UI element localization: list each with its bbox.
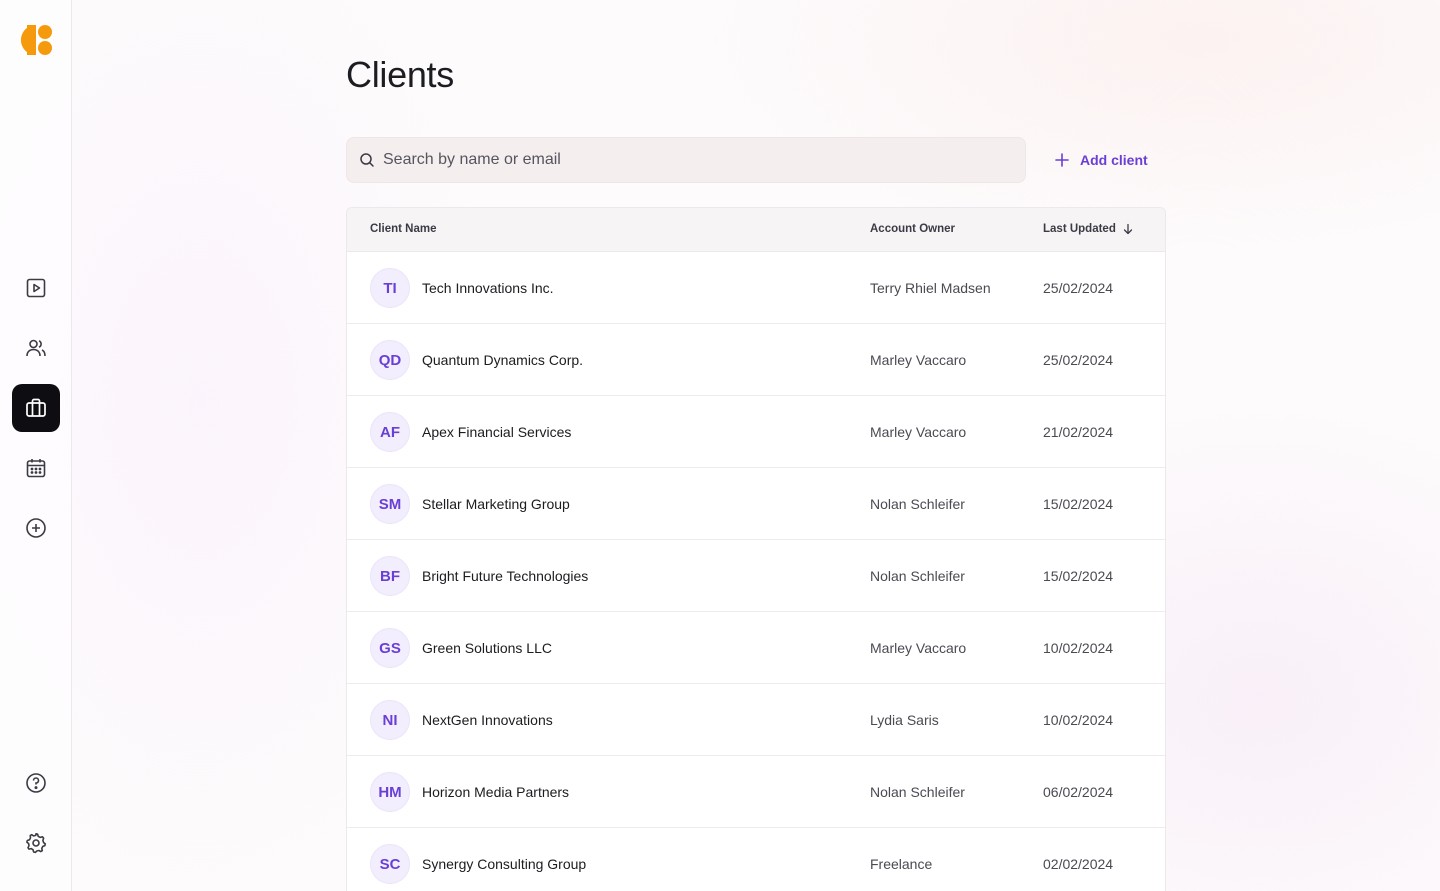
account-owner: Marley Vaccaro: [870, 352, 967, 368]
users-icon: [26, 339, 46, 357]
table-row[interactable]: HM Horizon Media Partners Nolan Schleife…: [347, 756, 1165, 828]
last-updated: 15/02/2024: [1043, 568, 1114, 584]
nav-calendar[interactable]: [12, 444, 60, 492]
account-owner: Nolan Schleifer: [870, 496, 965, 512]
last-updated: 02/02/2024: [1043, 856, 1114, 872]
client-name: Apex Financial Services: [422, 424, 572, 440]
clients-table: Client Name Account Owner Last Updated T…: [346, 207, 1166, 891]
search-bar[interactable]: [346, 137, 1026, 183]
table-row[interactable]: SM Stellar Marketing Group Nolan Schleif…: [347, 468, 1165, 540]
table-row[interactable]: AF Apex Financial Services Marley Vaccar…: [347, 396, 1165, 468]
nav-clients[interactable]: [12, 384, 60, 432]
account-owner: Nolan Schleifer: [870, 784, 965, 800]
gear-icon: [26, 833, 46, 854]
nav-media[interactable]: [12, 264, 60, 312]
last-updated: 25/02/2024: [1043, 280, 1114, 296]
client-name: Green Solutions LLC: [422, 640, 552, 656]
client-avatar: SC: [370, 844, 410, 884]
search-input[interactable]: [383, 151, 983, 169]
page-title: Clients: [346, 54, 454, 95]
table-row[interactable]: BF Bright Future Technologies Nolan Schl…: [347, 540, 1165, 612]
logo-mark-icon: [21, 25, 52, 55]
nav-contacts[interactable]: [12, 324, 60, 372]
table-row[interactable]: TI Tech Innovations Inc. Terry Rhiel Mad…: [347, 252, 1165, 324]
client-name: NextGen Innovations: [422, 712, 553, 728]
column-header-last-updated[interactable]: Last Updated: [1043, 223, 1134, 235]
plus-icon: [1055, 153, 1069, 167]
client-avatar: QD: [370, 340, 410, 380]
client-avatar: BF: [370, 556, 410, 596]
column-header-last-updated-label: Last Updated: [1043, 223, 1116, 235]
last-updated: 10/02/2024: [1043, 712, 1114, 728]
calendar-icon: [26, 459, 46, 478]
briefcase-icon: [26, 398, 46, 417]
client-avatar: TI: [370, 268, 410, 308]
nav-settings[interactable]: [12, 819, 60, 867]
client-avatar: SM: [370, 484, 410, 524]
account-owner: Freelance: [870, 856, 933, 872]
last-updated: 25/02/2024: [1043, 352, 1114, 368]
account-owner: Marley Vaccaro: [870, 640, 967, 656]
account-owner: Lydia Saris: [870, 712, 939, 728]
last-updated: 10/02/2024: [1043, 640, 1114, 656]
client-name: Synergy Consulting Group: [422, 856, 587, 872]
search-icon: [360, 153, 374, 167]
nav-add[interactable]: [12, 504, 60, 552]
last-updated: 21/02/2024: [1043, 424, 1114, 440]
client-avatar: HM: [370, 772, 410, 812]
sidebar: [0, 0, 72, 891]
table-row[interactable]: SC Synergy Consulting Group Freelance 02…: [347, 828, 1165, 891]
account-owner: Terry Rhiel Madsen: [870, 280, 991, 296]
client-name: Tech Innovations Inc.: [422, 280, 554, 296]
client-name: Quantum Dynamics Corp.: [422, 352, 584, 368]
column-header-account-owner[interactable]: Account Owner: [870, 223, 955, 235]
client-avatar: GS: [370, 628, 410, 668]
last-updated: 15/02/2024: [1043, 496, 1114, 512]
client-avatar: NI: [370, 700, 410, 740]
client-name: Stellar Marketing Group: [422, 496, 570, 512]
nav-help[interactable]: [12, 759, 60, 807]
plus-circle-icon: [26, 518, 46, 538]
last-updated: 06/02/2024: [1043, 784, 1114, 800]
sort-descending-icon: [1123, 223, 1132, 235]
table-row[interactable]: GS Green Solutions LLC Marley Vaccaro 10…: [347, 612, 1165, 684]
table-row[interactable]: QD Quantum Dynamics Corp. Marley Vaccaro…: [347, 324, 1165, 396]
table-row[interactable]: NI NextGen Innovations Lydia Saris 10/02…: [347, 684, 1165, 756]
table-header: Client Name Account Owner Last Updated: [347, 208, 1165, 252]
client-avatar: AF: [370, 412, 410, 452]
client-name: Bright Future Technologies: [422, 568, 589, 584]
client-name: Horizon Media Partners: [422, 784, 570, 800]
column-header-client-name[interactable]: Client Name: [370, 223, 436, 235]
add-client-label: Add client: [1080, 152, 1148, 168]
app-logo[interactable]: [18, 22, 54, 58]
account-owner: Marley Vaccaro: [870, 424, 967, 440]
play-square-icon: [26, 278, 46, 298]
account-owner: Nolan Schleifer: [870, 568, 965, 584]
help-circle-icon: [26, 773, 46, 793]
add-client-button[interactable]: Add client: [1054, 147, 1148, 173]
